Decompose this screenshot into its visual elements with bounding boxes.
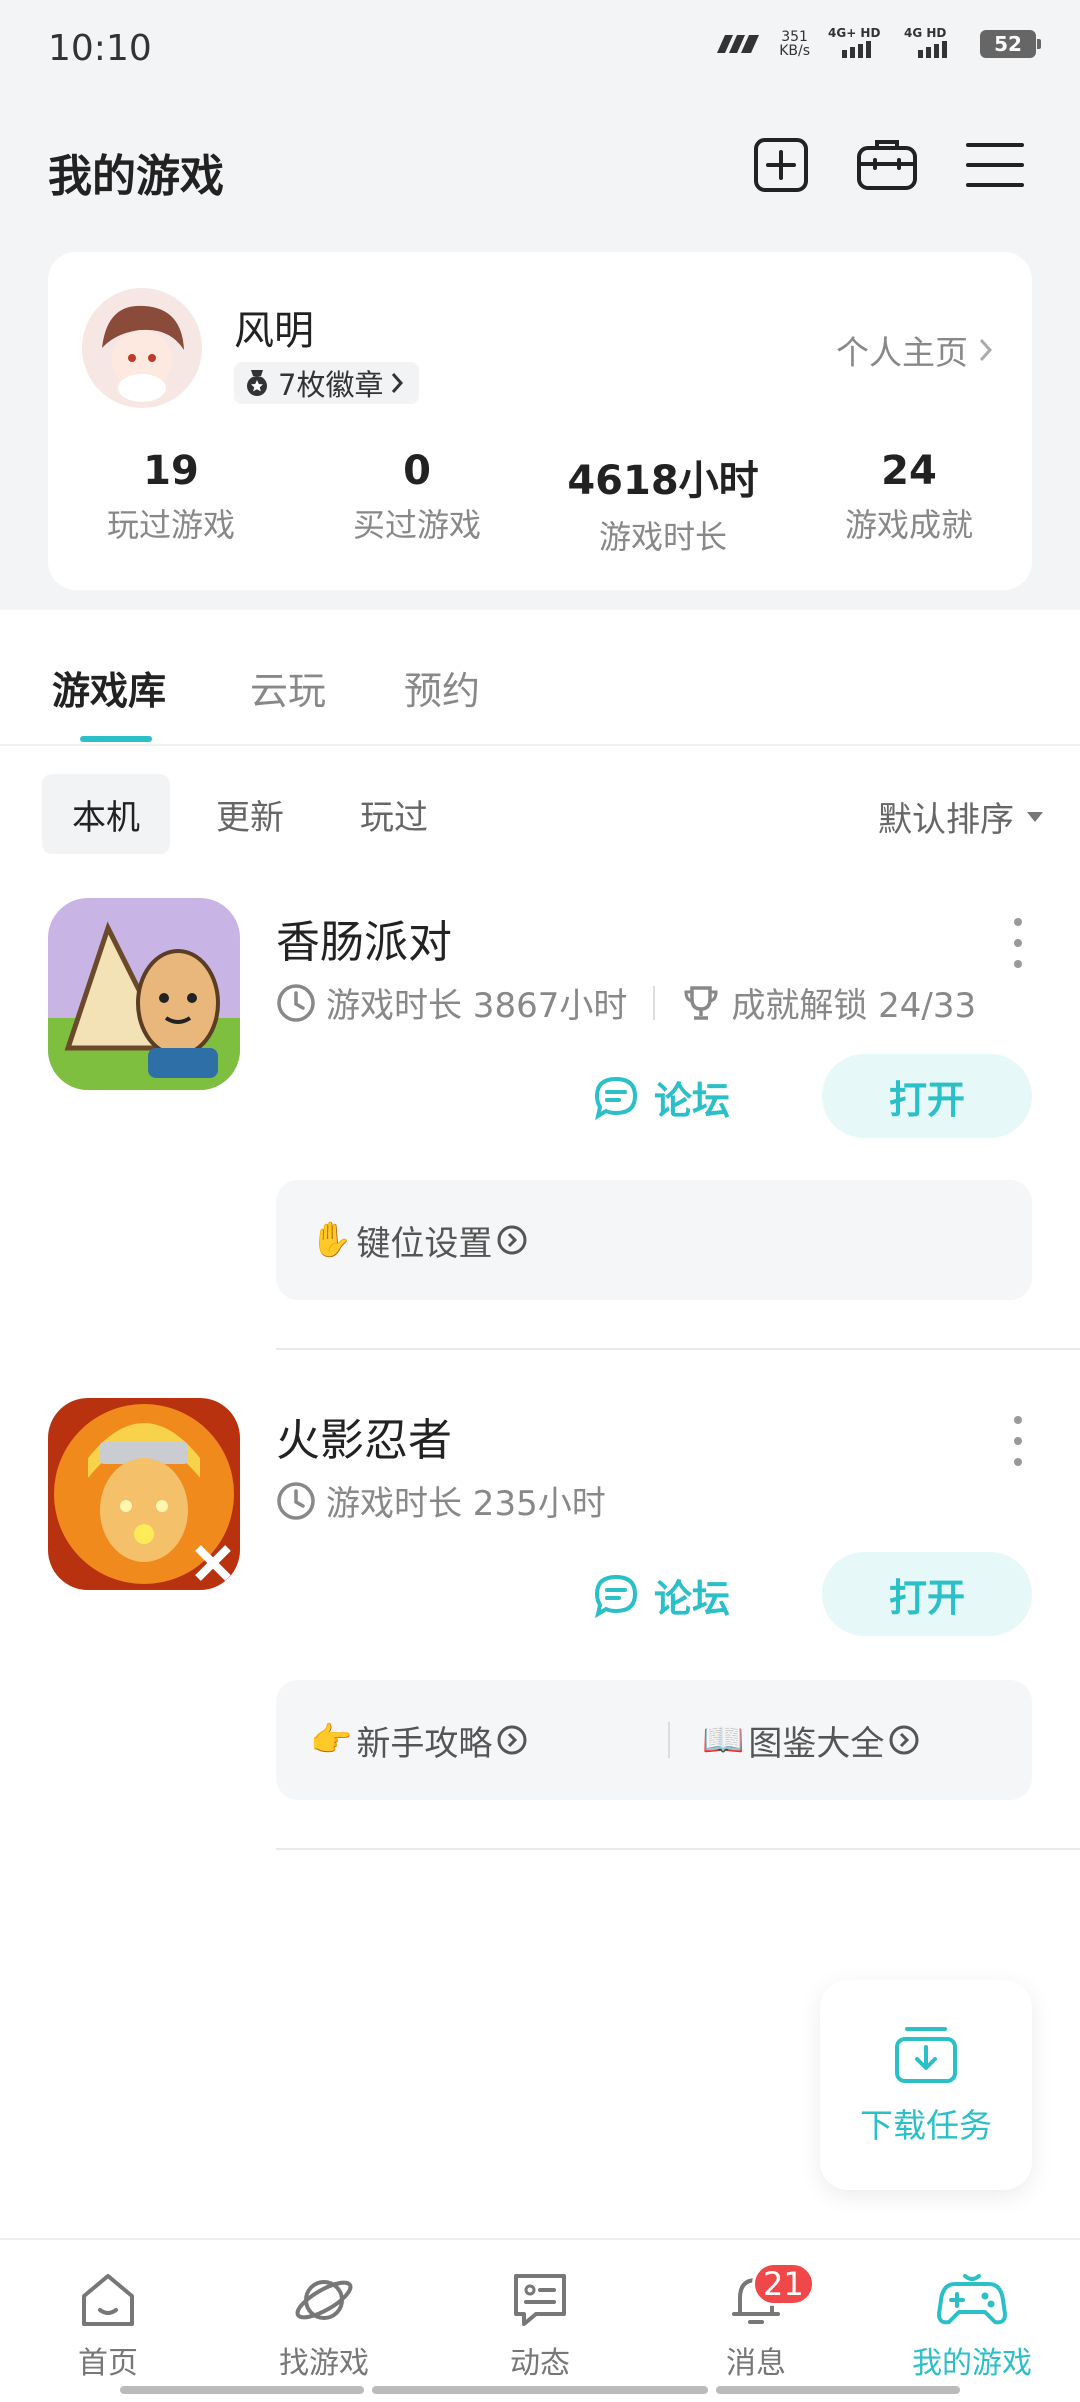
planet-icon: [295, 2280, 353, 2320]
playtime-text: 游戏时长 3867小时: [326, 986, 628, 1026]
forum-button[interactable]: 论坛: [592, 1568, 730, 1623]
status-bar: 10:10 351 KB/s 4G+ HD 4G HD 52: [0, 0, 1080, 100]
tab-reservation[interactable]: 预约: [404, 660, 480, 715]
toolbox-icon: [857, 140, 917, 190]
stat-achievements[interactable]: 24 游戏成就: [786, 448, 1032, 546]
game-name[interactable]: 火影忍者: [276, 1404, 452, 1468]
signal-sim1-icon: 4G+ HD: [828, 26, 886, 58]
circle-arrow-right-icon: [497, 1725, 527, 1755]
link-separator: [668, 1722, 670, 1758]
caret-down-icon: [1027, 811, 1043, 822]
badge-link[interactable]: 7枚徽章: [234, 362, 420, 404]
tab-cloud-play[interactable]: 云玩: [250, 660, 326, 715]
encyclopedia-link[interactable]: 📖 图鉴大全: [702, 1680, 920, 1800]
quick-links-box: ✋ 键位设置: [276, 1180, 1032, 1300]
row-divider: [276, 1348, 1080, 1350]
tab-divider: [0, 744, 1080, 746]
dot-icon: [1014, 918, 1022, 926]
add-game-button[interactable]: [746, 130, 816, 200]
game-meta: 游戏时长 3867小时 成就解锁 24/33: [276, 978, 976, 1027]
signal-sim2-icon: 4G HD: [904, 26, 962, 58]
dot-icon: [1014, 1416, 1022, 1424]
forum-icon: [594, 1076, 638, 1120]
page-title: 我的游戏: [48, 151, 224, 202]
stat-play-time[interactable]: 4618小时 游戏时长: [540, 448, 786, 558]
pointing-hand-icon: 👉: [310, 1720, 353, 1760]
message-count-badge: 21: [752, 2262, 815, 2306]
filter-local[interactable]: 本机: [42, 774, 170, 854]
beginner-guide-link[interactable]: 👉 新手攻略: [310, 1680, 528, 1800]
gesture-bar: [372, 2386, 708, 2394]
more-options-button[interactable]: [1008, 918, 1028, 968]
game-icon-sausage-party[interactable]: [48, 898, 240, 1090]
badge-count: 7枚徽章: [278, 368, 384, 402]
quick-links-box: 👉 新手攻略 📖 图鉴大全: [276, 1680, 1032, 1800]
stat-played-games[interactable]: 19 玩过游戏: [48, 448, 294, 546]
nav-home[interactable]: 首页: [0, 2270, 216, 2382]
personal-homepage-link[interactable]: 个人主页: [836, 326, 994, 374]
username: 风明: [234, 308, 314, 354]
clock-icon: [277, 983, 315, 1022]
network-activity-icon: [717, 35, 760, 53]
forum-icon: [594, 1574, 638, 1618]
book-icon: 📖: [702, 1720, 745, 1760]
nav-feed[interactable]: 动态: [432, 2270, 648, 2382]
game-meta: 游戏时长 235小时: [276, 1476, 606, 1525]
circle-arrow-right-icon: [497, 1225, 527, 1255]
tab-indicator: [80, 736, 152, 742]
status-icons: 351 KB/s 4G+ HD 4G HD 52: [715, 26, 1041, 59]
game-name[interactable]: 香肠派对: [276, 906, 452, 970]
more-options-button[interactable]: [1008, 1416, 1028, 1466]
download-tasks-button[interactable]: 下载任务: [820, 1980, 1032, 2190]
gesture-bar: [120, 2386, 364, 2394]
stat-bought-games[interactable]: 0 买过游戏: [294, 448, 540, 546]
nav-my-games[interactable]: 我的游戏: [864, 2270, 1080, 2382]
sort-dropdown[interactable]: 默认排序: [878, 792, 1044, 841]
profile-card: 风明 7枚徽章 个人主页 19 玩过游戏 0 买过游戏 4618小时 游戏时长 …: [48, 252, 1032, 590]
achievement-text: 成就解锁 24/33: [731, 986, 977, 1026]
bottom-nav: 首页 找游戏 动态 消息 21 我的游戏: [0, 2238, 1080, 2402]
network-speed: 351 KB/s: [779, 29, 810, 59]
gamepad-icon: [937, 2274, 1007, 2325]
circle-arrow-right-icon: [889, 1725, 919, 1755]
filter-update[interactable]: 更新: [186, 774, 314, 854]
battery-icon: 52: [980, 30, 1041, 58]
add-square-icon: [754, 138, 808, 192]
menu-button[interactable]: [960, 130, 1030, 200]
trophy-icon: [684, 985, 718, 1020]
status-time: 10:10: [48, 28, 152, 69]
avatar[interactable]: [82, 288, 202, 408]
hand-icon: ✋: [310, 1220, 353, 1260]
open-game-button[interactable]: 打开: [822, 1054, 1032, 1138]
key-settings-link[interactable]: ✋ 键位设置: [310, 1180, 528, 1300]
open-game-button[interactable]: 打开: [822, 1552, 1032, 1636]
nav-find-games[interactable]: 找游戏: [216, 2270, 432, 2382]
chevron-right-icon: [979, 338, 993, 362]
game-icon-naruto[interactable]: [48, 1398, 240, 1590]
home-icon: [82, 2274, 134, 2326]
playtime-text: 游戏时长 235小时: [326, 1484, 606, 1524]
message-square-icon: [514, 2274, 566, 2326]
clock-icon: [277, 1481, 315, 1520]
medal-icon: [247, 370, 267, 396]
toolbox-button[interactable]: [852, 130, 922, 200]
forum-button[interactable]: 论坛: [592, 1070, 730, 1125]
gesture-bar: [716, 2386, 960, 2394]
tab-game-library[interactable]: 游戏库: [52, 660, 166, 715]
download-tray-icon: [895, 2027, 957, 2083]
chevron-right-icon: [392, 373, 404, 393]
filter-played[interactable]: 玩过: [330, 774, 458, 854]
menu-icon: [966, 143, 1024, 187]
row-divider: [276, 1848, 1080, 1850]
